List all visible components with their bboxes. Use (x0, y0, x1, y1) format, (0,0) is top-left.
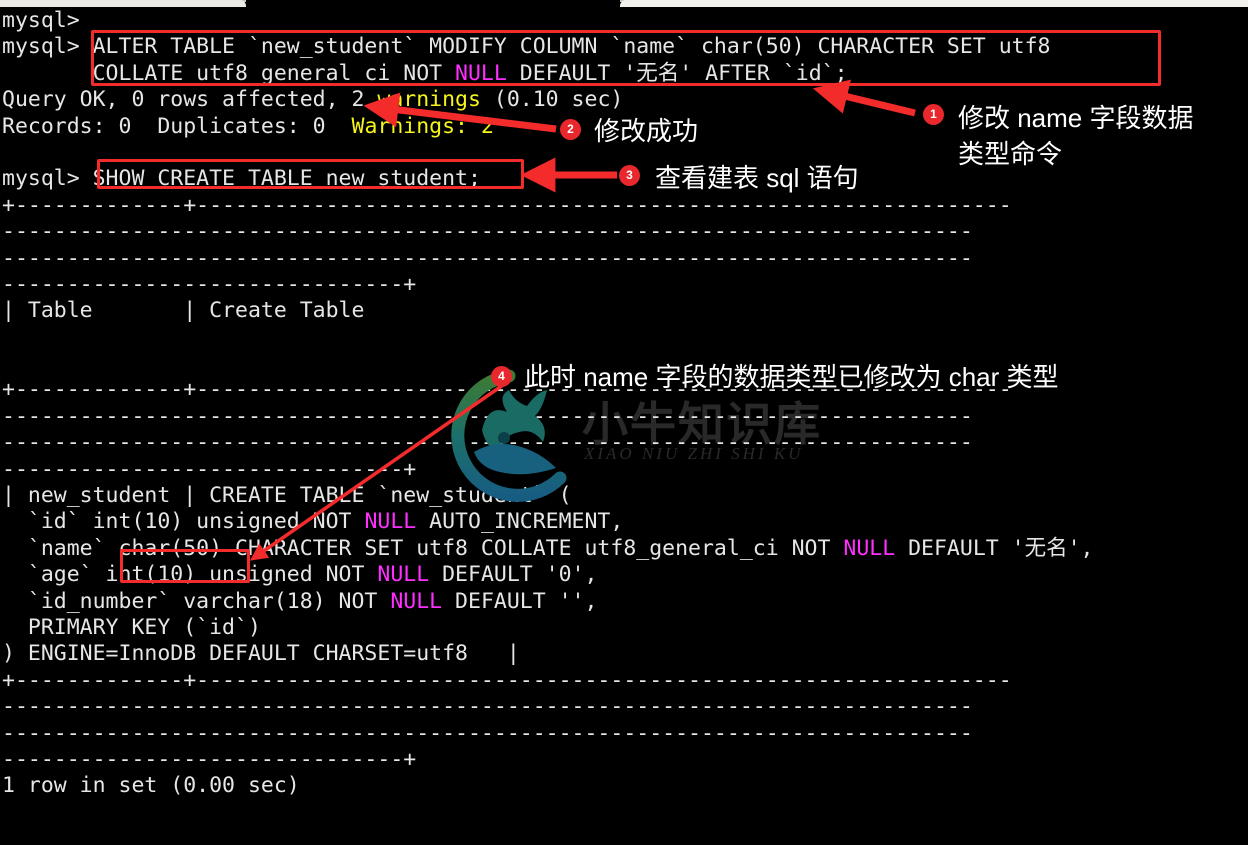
terminal-line-sep-bot-2: ----------------------------------------… (0, 694, 1248, 720)
terminal-line-row-create-7: ) ENGINE=InnoDB DEFAULT CHARSET=utf8 | (0, 641, 1248, 667)
terminal-line-sep-top-2: ----------------------------------------… (0, 219, 1248, 245)
terminal-line-sep-top-4: -------------------------------+ (0, 272, 1248, 298)
highlight-box-char50 (120, 549, 250, 583)
highlight-box-alter-command (91, 30, 1161, 86)
annotation-text-1: 修改 name 字段数据 类型命令 (958, 103, 1194, 169)
terminal-text: ----------------------------------------… (2, 720, 973, 746)
highlight-box-show-command (97, 159, 524, 189)
window-chrome-gap (246, 0, 620, 8)
terminal-text: NULL (364, 509, 417, 535)
terminal-text: -------------------------------+ (2, 271, 417, 297)
watermark-text-pinyin: XIAO NIU ZHI SHI KU (584, 444, 804, 463)
terminal-text: mysql> (2, 8, 93, 33)
terminal-line-sep-top-3: ----------------------------------------… (0, 246, 1248, 272)
terminal-line-row-create-6: PRIMARY KEY (`id`) (0, 615, 1248, 641)
terminal-text: | Table | Create Table (2, 298, 365, 324)
terminal-text: DEFAULT '0', (429, 562, 598, 588)
terminal-line-row-create-2: `id` int(10) unsigned NOT NULL AUTO_INCR… (0, 509, 1248, 535)
annotation-badge-4: 4 (491, 366, 512, 387)
terminal-text: -------------------------------+ (2, 456, 417, 482)
terminal-text: +-------------+-------------------------… (2, 667, 1012, 693)
terminal-text: ) ENGINE=InnoDB DEFAULT CHARSET=utf8 | (2, 641, 520, 667)
terminal-line-sep-top-1: +-------------+-------------------------… (0, 193, 1248, 219)
window-tab-left (0, 0, 246, 7)
terminal-text: Records: 0 Duplicates: 0 (2, 113, 352, 139)
terminal-line-sep-bot-3: ----------------------------------------… (0, 721, 1248, 747)
terminal-text: DEFAULT '无名', (895, 535, 1094, 561)
terminal-text: 1 row in set (0.00 sec) (2, 773, 300, 799)
annotation-badge-3: 3 (619, 165, 640, 186)
terminal-text: warnings (377, 87, 481, 113)
terminal-text: AUTO_INCREMENT, (416, 509, 624, 535)
terminal-text: +-------------+-------------------------… (2, 192, 1012, 218)
terminal-line-row-create-5: `id_number` varchar(18) NOT NULL DEFAULT… (0, 589, 1248, 615)
terminal-line-col-headers: | Table | Create Table (0, 298, 1248, 324)
terminal-line-blank-2 (0, 325, 1248, 351)
window-tab-right (620, 0, 1248, 7)
terminal-text: NULL (843, 535, 896, 561)
terminal-text: ----------------------------------------… (2, 219, 973, 245)
annotation-text-3: 查看建表 sql 语句 (655, 163, 859, 193)
annotation-text-4: 此时 name 字段的数据类型已修改为 char 类型 (524, 362, 1059, 392)
terminal-text: ----------------------------------------… (2, 694, 973, 720)
terminal-line-result-count: 1 row in set (0.00 sec) (0, 773, 1248, 799)
terminal-text: Query OK, 0 rows affected, 2 (2, 87, 378, 113)
annotation-text-2: 修改成功 (594, 116, 699, 146)
terminal-text: ----------------------------------------… (2, 245, 973, 271)
terminal-text: -------------------------------+ (2, 746, 417, 772)
terminal-line-sep-bot-4: -------------------------------+ (0, 747, 1248, 773)
terminal-text: mysql> (2, 34, 93, 60)
terminal-text: `id` int(10) unsigned NOT (2, 509, 365, 535)
annotation-badge-1: 1 (923, 104, 944, 125)
terminal-text: NULL (377, 562, 430, 588)
terminal-text: DEFAULT '', (442, 588, 598, 614)
terminal-text: `id_number` varchar(18) NOT (2, 588, 391, 614)
terminal-text: Warnings: 2 (351, 113, 494, 139)
annotation-badge-2: 2 (560, 119, 581, 140)
terminal-text: mysql> (2, 166, 93, 192)
terminal-text: NULL (390, 588, 443, 614)
terminal-text: PRIMARY KEY (`id`) (2, 614, 261, 640)
terminal-line-sep-bot-1: +-------------+-------------------------… (0, 668, 1248, 694)
terminal-text: (0.10 sec) (480, 87, 624, 113)
